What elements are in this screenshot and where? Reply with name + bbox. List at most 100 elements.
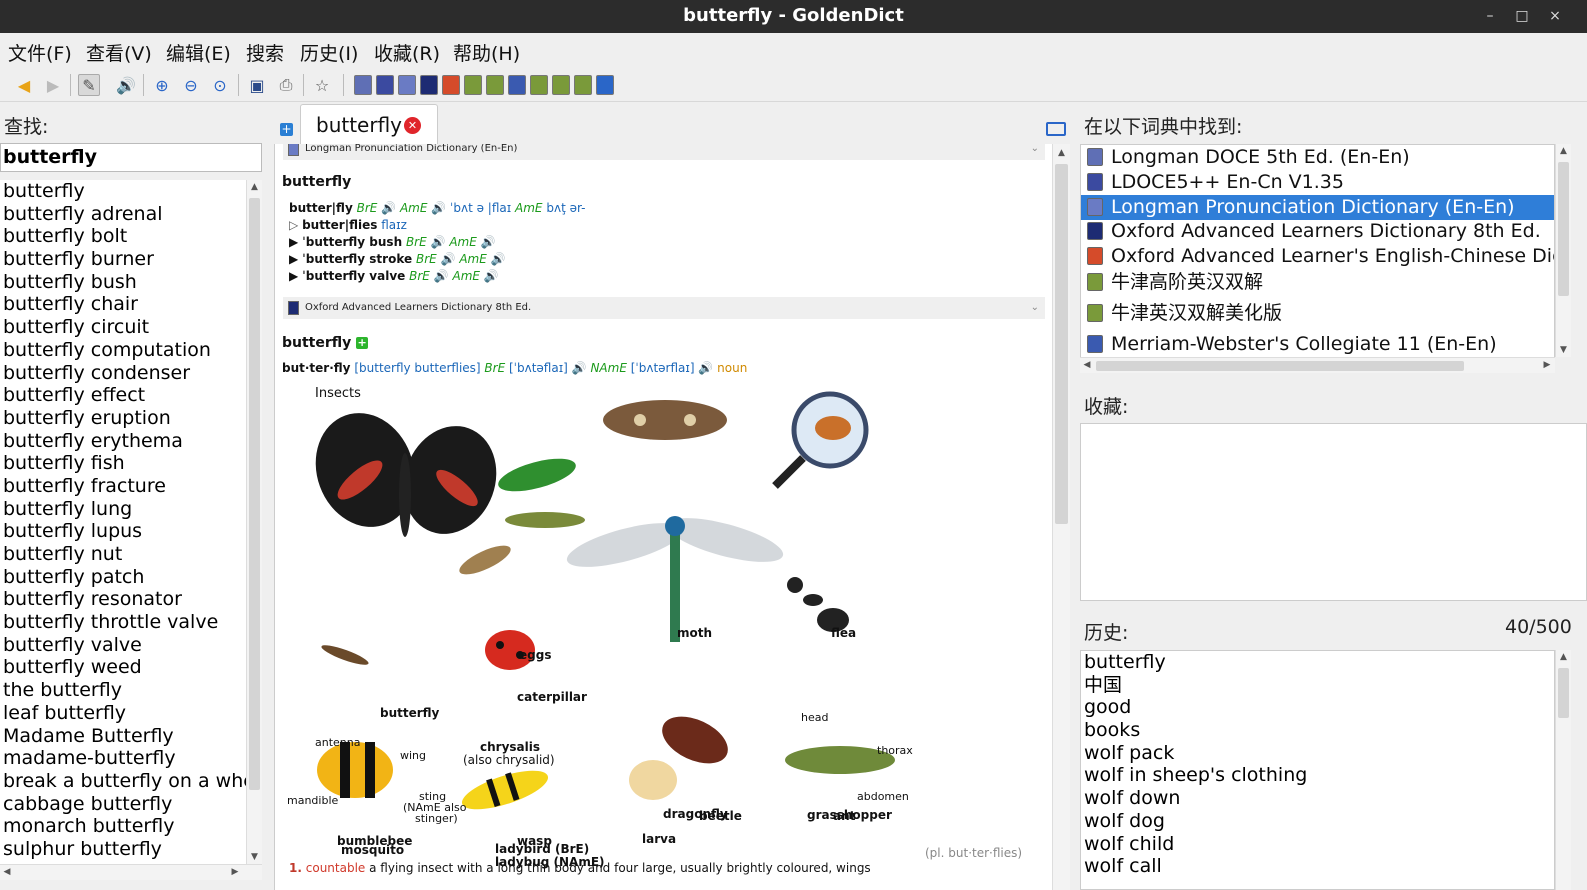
speaker-icon[interactable]: 🔊 — [381, 201, 396, 215]
dictionary-toggle-icon[interactable] — [442, 75, 460, 95]
favorites-list[interactable] — [1080, 423, 1587, 601]
word-list-item[interactable]: Madame Butterfly — [0, 725, 246, 748]
word-list-item[interactable]: butterfly effect — [0, 384, 246, 407]
word-list-item[interactable]: butterfly lung — [0, 498, 246, 521]
history-item[interactable]: butterfly — [1081, 651, 1554, 674]
add-favorite-icon[interactable]: + — [356, 337, 369, 349]
found-dictionary-item[interactable]: Merriam-Webster's Collegiate 11 (En-En) — [1081, 332, 1554, 357]
zoom-reset-icon[interactable]: ⊙ — [209, 74, 231, 96]
history-item[interactable]: wolf in sheep's clothing — [1081, 764, 1554, 787]
speaker-icon[interactable]: 🔊 — [572, 361, 587, 375]
scroll-up-icon[interactable]: ▲ — [247, 182, 262, 192]
found-dictionary-item[interactable]: Oxford Advanced Learners Dictionary 8th … — [1081, 219, 1554, 244]
star-icon[interactable]: ☆ — [311, 74, 333, 96]
history-item[interactable]: wolf child — [1081, 833, 1554, 856]
word-list-item[interactable]: butterfly chair — [0, 293, 246, 316]
dictionary-toggle-icon[interactable] — [508, 75, 526, 95]
word-list-item[interactable]: butterfly resonator — [0, 588, 246, 611]
word-list-item[interactable]: butterfly erythema — [0, 430, 246, 453]
found-dictionary-item[interactable]: LDOCE5++ En-Cn V1.35 — [1081, 170, 1554, 195]
dictionary-toggle-icon[interactable] — [420, 75, 438, 95]
word-list-scrollbar[interactable]: ▲ ▼ — [246, 180, 262, 864]
expand-icon[interactable]: ▶ — [289, 252, 298, 266]
collapse-icon[interactable]: ⌄ — [1031, 144, 1039, 160]
history-scrollbar[interactable]: ▲ — [1555, 650, 1571, 890]
history-item[interactable]: wolf down — [1081, 787, 1554, 810]
dictionary-toggle-icon[interactable] — [486, 75, 504, 95]
maximize-button[interactable]: □ — [1510, 4, 1534, 28]
speaker-icon[interactable]: 🔊 — [115, 74, 137, 96]
word-list-item[interactable]: butterfly patch — [0, 566, 246, 589]
history-item[interactable]: wolf pack — [1081, 742, 1554, 765]
history-item[interactable]: 中国 — [1081, 674, 1554, 697]
word-list-item[interactable]: sulphur butterfly — [0, 838, 246, 861]
dictionary-header[interactable]: Longman Pronunciation Dictionary (En-En)… — [283, 144, 1045, 160]
add-tab-icon[interactable]: + — [280, 123, 293, 136]
zoom-in-icon[interactable]: ⊕ — [151, 74, 173, 96]
menu-file[interactable]: 文件(F) — [8, 39, 72, 66]
word-list-item[interactable]: butterfly adrenal — [0, 203, 246, 226]
search-input[interactable]: butterfly — [0, 143, 262, 172]
found-dictionary-item[interactable]: 牛津高阶英汉双解 — [1081, 270, 1554, 295]
dictionary-header[interactable]: Oxford Advanced Learners Dictionary 8th … — [283, 297, 1045, 319]
close-tab-icon[interactable]: ✕ — [404, 117, 421, 134]
dictionary-toggle-icon[interactable] — [354, 75, 372, 95]
speaker-icon[interactable]: 🔊 — [484, 269, 499, 283]
speaker-icon[interactable]: 🔊 — [491, 252, 506, 266]
found-dictionary-item[interactable]: Longman Pronunciation Dictionary (En-En) — [1081, 195, 1554, 220]
menu-search[interactable]: 搜索 — [246, 39, 284, 66]
article-scrollbar[interactable]: ▲ — [1052, 144, 1070, 890]
found-dictionary-item[interactable]: Longman DOCE 5th Ed. (En-En) — [1081, 145, 1554, 170]
word-list-item[interactable]: butterfly circuit — [0, 316, 246, 339]
speaker-icon[interactable]: 🔊 — [698, 361, 713, 375]
word-list-item[interactable]: leaf butterfly — [0, 702, 246, 725]
history-item[interactable]: wolf dog — [1081, 810, 1554, 833]
word-list-item[interactable]: butterfly burner — [0, 248, 246, 271]
scroll-down-icon[interactable]: ▼ — [247, 852, 262, 862]
word-list-item[interactable]: butterfly bolt — [0, 225, 246, 248]
word-list-hscrollbar[interactable]: ◀ ▶ — [0, 864, 262, 880]
word-list-item[interactable]: butterfly fish — [0, 452, 246, 475]
word-list-item[interactable]: break a butterfly on a whee — [0, 770, 246, 793]
word-list-item[interactable]: butterfly lupus — [0, 520, 246, 543]
scroll-up-icon[interactable]: ▲ — [1053, 148, 1070, 158]
word-list-item[interactable]: butterfly fracture — [0, 475, 246, 498]
speaker-icon[interactable]: 🔊 — [431, 201, 446, 215]
dictionary-toggle-icon[interactable] — [596, 75, 614, 95]
dictionary-toggle-icon[interactable] — [530, 75, 548, 95]
expand-icon[interactable]: ▶ — [289, 235, 298, 249]
dictionary-toggle-icon[interactable] — [398, 75, 416, 95]
found-dictionary-item[interactable]: 牛津英汉双解美化版 — [1081, 301, 1554, 326]
history-item[interactable]: books — [1081, 719, 1554, 742]
word-list-item[interactable]: butterfly eruption — [0, 407, 246, 430]
word-list-item[interactable]: butterfly bush — [0, 271, 246, 294]
word-list-item[interactable]: monarch butterfly — [0, 815, 246, 838]
dictionary-toggle-icon[interactable] — [376, 75, 394, 95]
menu-help[interactable]: 帮助(H) — [453, 39, 520, 66]
word-list-item[interactable]: butterfly condenser — [0, 362, 246, 385]
dict-list-hscrollbar[interactable]: ◀ ▶ — [1080, 357, 1555, 373]
tab-list-icon[interactable] — [1046, 122, 1066, 136]
history-item[interactable]: wolf call — [1081, 855, 1554, 878]
word-list-item[interactable]: butterfly computation — [0, 339, 246, 362]
dictionary-toggle-icon[interactable] — [464, 75, 482, 95]
menu-history[interactable]: 历史(I) — [300, 39, 358, 66]
dictionary-toggle-icon[interactable] — [552, 75, 570, 95]
menu-favorites[interactable]: 收藏(R) — [374, 39, 440, 66]
scan-pen-icon[interactable]: ✎ — [78, 74, 100, 96]
minimize-button[interactable]: – — [1478, 4, 1502, 28]
expand-icon[interactable]: ▶ — [289, 269, 298, 283]
print-icon[interactable]: ⎙ — [275, 74, 297, 96]
found-dictionary-item[interactable]: Oxford Advanced Learner's English-Chines… — [1081, 244, 1554, 269]
speaker-icon[interactable]: 🔊 — [431, 235, 446, 249]
history-item[interactable]: good — [1081, 696, 1554, 719]
zoom-out-icon[interactable]: ⊖ — [180, 74, 202, 96]
expand-icon[interactable]: ▷ — [289, 218, 298, 232]
dictionary-toggle-icon[interactable] — [574, 75, 592, 95]
speaker-icon[interactable]: 🔊 — [434, 269, 449, 283]
save-icon[interactable]: ▣ — [246, 74, 268, 96]
word-list-item[interactable]: cabbage butterfly — [0, 793, 246, 816]
menu-edit[interactable]: 编辑(E) — [166, 39, 231, 66]
back-arrow-icon[interactable]: ◀ — [13, 74, 35, 96]
speaker-icon[interactable]: 🔊 — [441, 252, 456, 266]
